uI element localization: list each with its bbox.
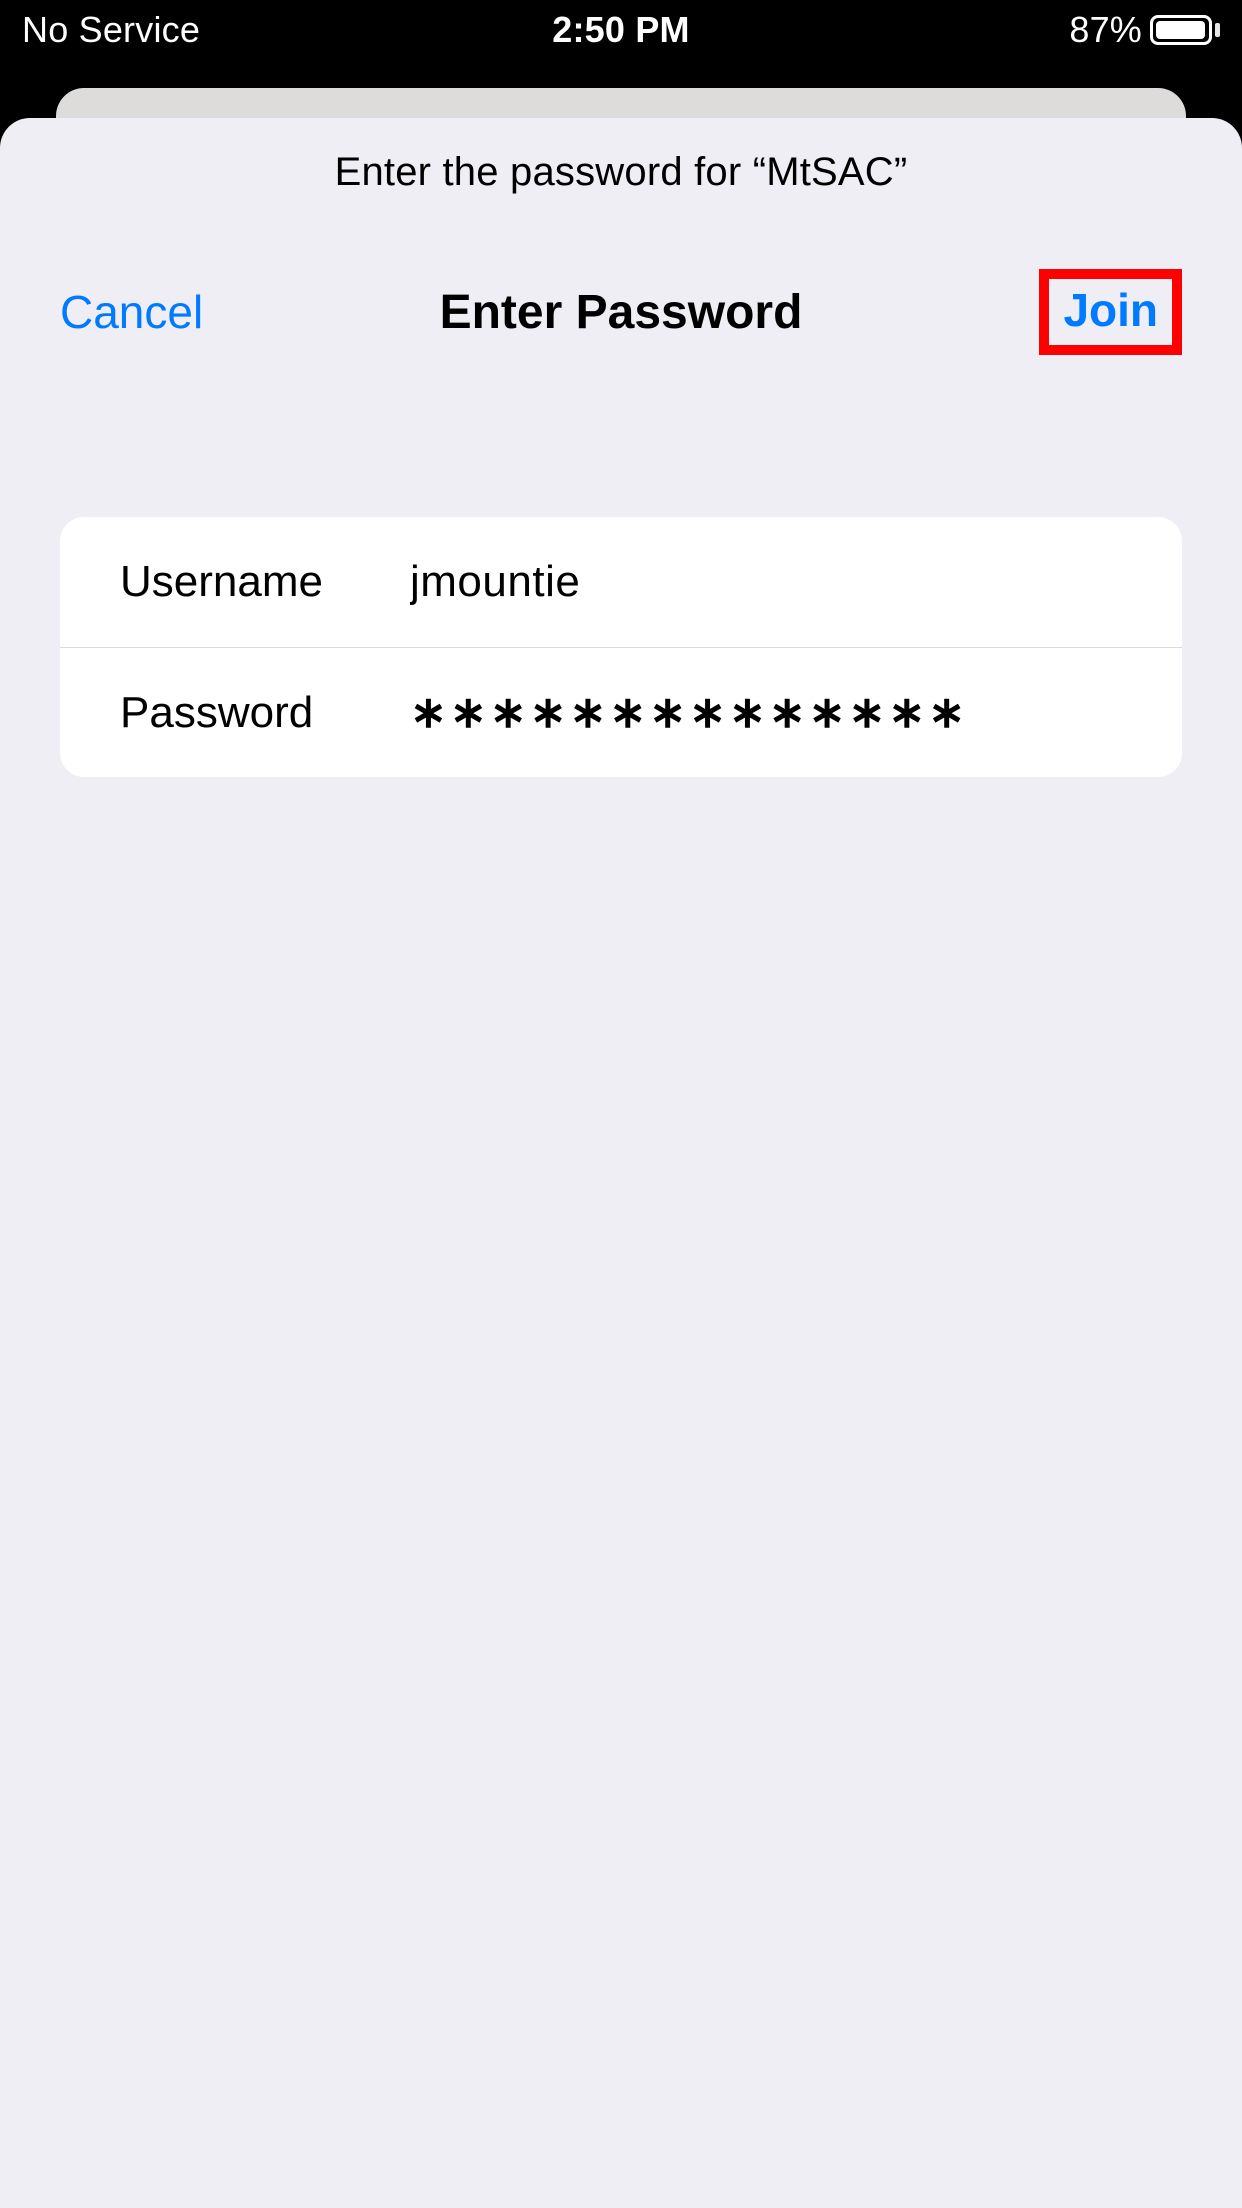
clock-text: 2:50 PM	[552, 9, 689, 51]
username-label: Username	[120, 557, 410, 607]
username-field[interactable]	[410, 557, 1122, 607]
join-highlight-box: Join	[1039, 269, 1182, 355]
carrier-text: No Service	[22, 9, 382, 51]
enter-password-sheet: Enter the password for “MtSAC” Cancel En…	[0, 118, 1242, 2208]
username-row: Username	[60, 517, 1182, 647]
sheet-title: Enter Password	[320, 285, 922, 340]
sheet-subtitle: Enter the password for “MtSAC”	[0, 150, 1242, 195]
status-bar: No Service 2:50 PM 87%	[0, 0, 1242, 60]
battery-icon	[1150, 15, 1220, 45]
password-label: Password	[120, 688, 410, 738]
battery-percent-text: 87%	[1069, 9, 1142, 51]
credentials-card: Username Password	[60, 517, 1182, 777]
join-button[interactable]: Join	[1063, 283, 1158, 337]
password-row: Password	[60, 647, 1182, 777]
battery-status: 87%	[860, 9, 1220, 51]
password-field[interactable]	[410, 688, 1122, 738]
sheet-nav: Cancel Enter Password Join	[0, 269, 1242, 355]
cancel-button[interactable]: Cancel	[60, 285, 203, 339]
